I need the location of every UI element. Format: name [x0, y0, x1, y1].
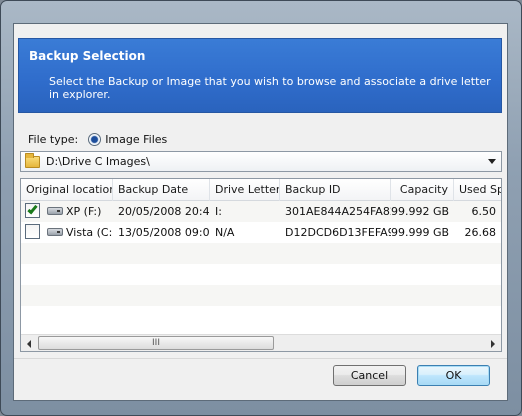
backup-list[interactable]: Original location Backup Date Drive Lett… — [20, 178, 502, 352]
dialog-description: Select the Backup or Image that you wish… — [49, 75, 491, 101]
path-combobox[interactable]: D:\Drive C Images\ — [20, 151, 502, 172]
cell-backup-id: D12DCD6D13FEFA97 — [285, 226, 391, 239]
empty-row — [21, 264, 501, 285]
empty-row — [21, 285, 501, 306]
checkmark-icon — [27, 203, 38, 215]
footer-divider — [14, 358, 507, 359]
dialog-title: Backup Selection — [29, 49, 146, 63]
column-header-used-space[interactable]: Used Sp — [454, 179, 501, 201]
cell-backup-date: 13/05/2008 09:02 — [118, 226, 210, 239]
scroll-right-arrow-icon[interactable] — [484, 335, 501, 351]
cell-location: Vista (C:) — [66, 226, 113, 239]
column-header-drive-letter[interactable]: Drive Letter — [210, 179, 280, 201]
dialog-header: Backup Selection Select the Backup or Im… — [18, 38, 502, 113]
ok-button[interactable]: OK — [417, 365, 490, 386]
cell-drive-letter: N/A — [215, 226, 235, 239]
column-header-original-location[interactable]: Original location — [21, 179, 113, 201]
dialog-client-area: Backup Selection Select the Backup or Im… — [13, 23, 508, 401]
folder-icon — [25, 152, 40, 168]
cell-location: XP (F:) — [66, 205, 102, 218]
table-row[interactable]: XP (F:) 20/05/2008 20:48 I: 301AE844A254… — [21, 201, 501, 222]
image-files-radio-label[interactable]: Image Files — [105, 133, 167, 146]
column-header-capacity[interactable]: Capacity — [391, 179, 454, 201]
file-type-label: File type: — [28, 132, 79, 146]
cell-backup-date: 20/05/2008 20:48 — [118, 205, 210, 218]
horizontal-scrollbar[interactable]: III — [21, 334, 501, 351]
cell-used-space: 6.50 — [471, 205, 497, 218]
cell-drive-letter: I: — [215, 205, 222, 218]
column-header-backup-id[interactable]: Backup ID — [280, 179, 391, 201]
dialog-window: Backup Selection Select the Backup or Im… — [0, 0, 522, 416]
row-checkbox[interactable] — [25, 224, 40, 239]
table-row[interactable]: Vista (C:) 13/05/2008 09:02 N/A D12DCD6D… — [21, 222, 501, 243]
chevron-down-icon[interactable] — [488, 159, 496, 164]
row-checkbox[interactable] — [25, 203, 40, 218]
empty-row — [21, 306, 501, 327]
empty-row — [21, 243, 501, 264]
scroll-left-arrow-icon[interactable] — [21, 335, 38, 351]
column-header-backup-date[interactable]: Backup Date — [113, 179, 210, 201]
file-type-row: File type: Image Files — [28, 131, 167, 147]
scrollbar-thumb[interactable]: III — [38, 336, 274, 350]
cell-capacity: 99.999 GB — [391, 226, 450, 239]
cell-capacity: 99.992 GB — [391, 205, 450, 218]
path-combobox-value: D:\Drive C Images\ — [46, 155, 150, 168]
cancel-button[interactable]: Cancel — [333, 365, 406, 386]
list-header: Original location Backup Date Drive Lett… — [21, 179, 501, 201]
cell-used-space: 26.68 — [464, 226, 497, 239]
image-files-radio[interactable] — [88, 132, 102, 146]
cell-backup-id: 301AE844A254FA82 — [285, 205, 391, 218]
